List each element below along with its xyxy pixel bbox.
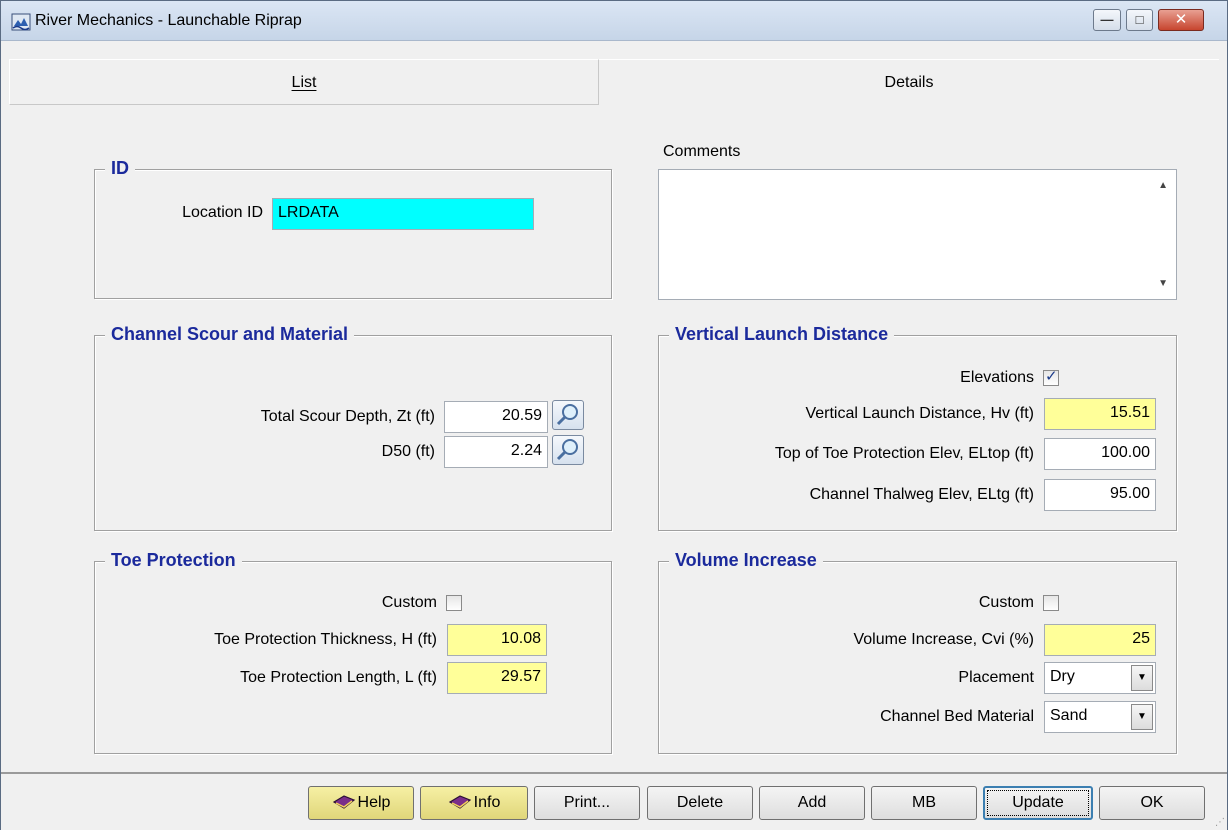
- minimize-button[interactable]: —: [1093, 9, 1121, 31]
- ok-button[interactable]: OK: [1099, 786, 1205, 820]
- checkmark-icon: ✓: [1045, 368, 1058, 385]
- length-field[interactable]: 29.57: [447, 662, 547, 694]
- vertical-launch-title: Vertical Launch Distance: [669, 324, 895, 345]
- eltop-label: Top of Toe Protection Elev, ELtop (ft): [774, 445, 1034, 462]
- eltop-field[interactable]: 100.00: [1044, 438, 1156, 470]
- placement-value: Dry: [1050, 668, 1075, 685]
- length-label: Toe Protection Length, L (ft): [240, 669, 437, 686]
- update-button[interactable]: Update: [983, 786, 1093, 820]
- location-id-field[interactable]: LRDATA: [272, 198, 534, 230]
- volume-increase-group: Volume Increase Custom Volume Increase, …: [658, 550, 1177, 754]
- window-title: River Mechanics - Launchable Riprap: [35, 12, 302, 29]
- book-icon: [332, 795, 355, 809]
- volume-custom-checkbox[interactable]: [1043, 595, 1059, 611]
- chevron-down-icon[interactable]: ▼: [1131, 665, 1153, 691]
- volume-custom-label: Custom: [978, 594, 1034, 611]
- eltg-label: Channel Thalweg Elev, ELtg (ft): [809, 486, 1034, 503]
- toe-protection-group: Toe Protection Custom Toe Protection Thi…: [94, 550, 612, 754]
- bed-material-label: Channel Bed Material: [880, 708, 1034, 725]
- magnifier-icon: [556, 404, 578, 426]
- title-bar[interactable]: River Mechanics - Launchable Riprap — □ …: [1, 1, 1227, 41]
- close-icon: ✕: [1174, 11, 1188, 28]
- magnifier-icon: [556, 439, 578, 461]
- bed-material-select[interactable]: Sand ▼: [1044, 701, 1156, 733]
- placement-select[interactable]: Dry ▼: [1044, 662, 1156, 694]
- cvi-label: Volume Increase, Cvi (%): [853, 631, 1034, 648]
- tab-details-label: Details: [884, 74, 934, 91]
- cvi-field[interactable]: 25: [1044, 624, 1156, 656]
- tab-list-label: List: [291, 74, 317, 91]
- toe-protection-title: Toe Protection: [105, 550, 242, 571]
- vertical-launch-group: Vertical Launch Distance Elevations ✓ Ve…: [658, 324, 1177, 531]
- maximize-button[interactable]: □: [1126, 9, 1153, 31]
- chevron-down-icon[interactable]: ▼: [1131, 704, 1153, 730]
- print-button[interactable]: Print...: [534, 786, 640, 820]
- placement-label: Placement: [958, 669, 1034, 686]
- scour-depth-label: Total Scour Depth, Zt (ft): [260, 408, 435, 425]
- button-bar: Help Info Print... Delete Add MB Update …: [1, 772, 1227, 830]
- scroll-down-icon[interactable]: ▼: [1158, 278, 1168, 289]
- location-id-label: Location ID: [182, 204, 263, 221]
- help-button[interactable]: Help: [308, 786, 414, 820]
- channel-scour-group: Channel Scour and Material Total Scour D…: [94, 324, 612, 531]
- d50-label: D50 (ft): [381, 443, 435, 460]
- comments-textarea[interactable]: ▲ ▼: [658, 169, 1177, 300]
- thickness-label: Toe Protection Thickness, H (ft): [214, 631, 437, 648]
- d50-lookup-button[interactable]: [552, 435, 584, 465]
- scroll-up-icon[interactable]: ▲: [1158, 180, 1168, 191]
- toe-custom-label: Custom: [381, 594, 437, 611]
- channel-scour-title: Channel Scour and Material: [105, 324, 355, 345]
- book-icon: [448, 795, 471, 809]
- close-button[interactable]: ✕: [1158, 9, 1204, 31]
- app-window: River Mechanics - Launchable Riprap — □ …: [0, 0, 1228, 830]
- elevations-checkbox[interactable]: ✓: [1043, 368, 1059, 386]
- add-button[interactable]: Add: [759, 786, 865, 820]
- tab-list[interactable]: List: [9, 59, 599, 105]
- tab-details[interactable]: Details: [599, 59, 1219, 105]
- d50-field[interactable]: 2.24: [444, 436, 548, 468]
- elevations-label: Elevations: [960, 369, 1034, 386]
- info-label: Info: [473, 794, 501, 811]
- info-button[interactable]: Info: [420, 786, 528, 820]
- comments-label: Comments: [663, 143, 741, 160]
- maximize-icon: □: [1135, 12, 1144, 27]
- id-group-title: ID: [105, 158, 135, 179]
- hv-field[interactable]: 15.51: [1044, 398, 1156, 430]
- update-label: Update: [987, 790, 1089, 816]
- thickness-field[interactable]: 10.08: [447, 624, 547, 656]
- resize-grip-icon[interactable]: ⋰: [1215, 817, 1225, 828]
- id-group: ID Location ID LRDATA: [94, 158, 612, 299]
- toe-custom-checkbox[interactable]: [446, 595, 462, 611]
- scour-lookup-button[interactable]: [552, 400, 584, 430]
- scour-depth-field[interactable]: 20.59: [444, 401, 548, 433]
- eltg-field[interactable]: 95.00: [1044, 479, 1156, 511]
- delete-button[interactable]: Delete: [647, 786, 753, 820]
- bed-material-value: Sand: [1050, 707, 1088, 724]
- app-icon: [11, 13, 31, 31]
- mb-button[interactable]: MB: [871, 786, 977, 820]
- minimize-icon: —: [1100, 12, 1114, 27]
- hv-label: Vertical Launch Distance, Hv (ft): [805, 405, 1034, 422]
- help-label: Help: [357, 794, 391, 811]
- volume-increase-title: Volume Increase: [669, 550, 823, 571]
